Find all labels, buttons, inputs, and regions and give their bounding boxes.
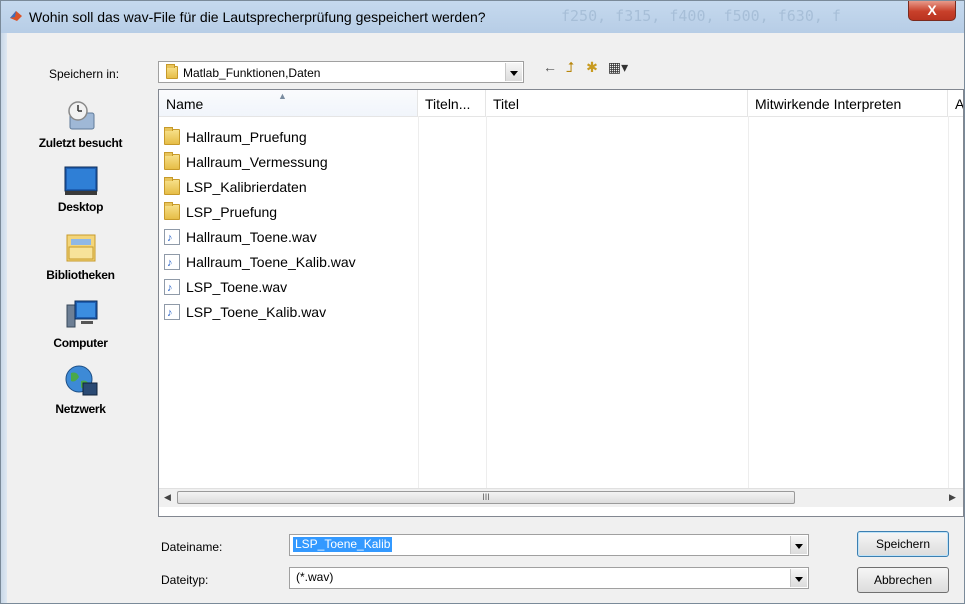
column-header-row: Name ▲ Titeln... Titel Mitwirkende Inter…	[159, 90, 963, 117]
chevron-down-icon[interactable]	[505, 63, 522, 81]
matlab-icon	[10, 11, 22, 21]
save-button[interactable]: Speichern	[857, 531, 949, 557]
list-item[interactable]: Hallraum_Toene_Kalib.wav	[164, 250, 356, 275]
up-folder-icon[interactable]: ⮥	[561, 58, 579, 76]
place-label: Netzwerk	[55, 402, 106, 416]
back-arrow-icon[interactable]: ←	[541, 58, 559, 76]
column-title-label: Titel	[493, 96, 519, 112]
save-dialog: f250, f315, f400, f500, f630, f Wohin so…	[0, 0, 965, 604]
column-track-label: Titeln...	[425, 96, 471, 112]
column-separator	[948, 116, 949, 488]
place-recent[interactable]: Zuletzt besucht	[10, 99, 151, 150]
place-computer[interactable]: Computer	[10, 299, 151, 350]
background-code-text: f250, f315, f400, f500, f630, f	[561, 7, 841, 25]
list-item[interactable]: LSP_Toene.wav	[164, 275, 288, 300]
place-libraries[interactable]: Bibliotheken	[10, 231, 151, 282]
filename-label: Dateiname:	[161, 540, 223, 554]
file-name: Hallraum_Toene_Kalib.wav	[186, 254, 356, 270]
chevron-down-icon[interactable]	[790, 569, 807, 587]
filename-value: LSP_Toene_Kalib	[293, 537, 393, 552]
desktop-icon	[64, 166, 97, 195]
place-label: Bibliotheken	[46, 268, 115, 282]
place-network[interactable]: Netzwerk	[10, 363, 151, 416]
title-bar: f250, f315, f400, f500, f630, f Wohin so…	[1, 1, 964, 33]
list-item[interactable]: LSP_Pruefung	[164, 200, 277, 224]
file-name: LSP_Toene.wav	[186, 279, 288, 295]
scroll-thumb[interactable]: III	[177, 491, 795, 504]
file-name: LSP_Kalibrierdaten	[186, 179, 307, 195]
file-name: LSP_Pruefung	[186, 204, 278, 220]
filetype-value: (*.wav)	[296, 570, 334, 584]
libraries-icon	[66, 234, 95, 262]
sort-up-icon: ▲	[278, 91, 287, 101]
new-folder-icon[interactable]: ✱	[583, 58, 601, 76]
column-separator	[486, 116, 487, 488]
wav-file-icon	[164, 301, 180, 325]
column-separator	[748, 116, 749, 488]
chevron-down-icon[interactable]	[790, 536, 807, 554]
folder-icon	[164, 177, 180, 195]
save-in-label: Speichern in:	[49, 67, 120, 81]
scroll-left-icon[interactable]: ◀	[164, 492, 171, 503]
wav-file-icon	[164, 276, 180, 300]
list-item[interactable]: LSP_Kalibrierdaten	[164, 175, 307, 199]
network-icon	[65, 365, 97, 396]
folder-icon	[164, 202, 180, 220]
filetype-label: Dateityp:	[161, 573, 209, 587]
column-artists[interactable]: Mitwirkende Interpreten	[748, 90, 948, 116]
filename-field[interactable]: LSP_Toene_Kalib	[289, 534, 809, 556]
column-album[interactable]: A	[948, 90, 964, 116]
folder-icon	[164, 127, 180, 145]
close-button[interactable]: X	[908, 1, 956, 21]
file-name: Hallraum_Toene.wav	[186, 229, 317, 245]
file-list[interactable]: Name ▲ Titeln... Titel Mitwirkende Inter…	[158, 89, 964, 517]
file-name: Hallraum_Vermessung	[186, 154, 328, 170]
list-item[interactable]: Hallraum_Vermessung	[164, 150, 328, 174]
folder-icon	[166, 64, 178, 79]
places-bar: Zuletzt besucht Desktop Bibliotheken Com…	[10, 91, 151, 516]
column-separator	[418, 116, 419, 488]
computer-icon	[66, 300, 97, 328]
scroll-right-icon[interactable]: ▶	[949, 492, 956, 503]
list-item[interactable]: LSP_Toene_Kalib.wav	[164, 300, 327, 325]
file-name: Hallraum_Pruefung	[186, 129, 307, 145]
column-title[interactable]: Titel	[486, 90, 748, 116]
list-item[interactable]: Hallraum_Toene.wav	[164, 225, 317, 250]
place-label: Desktop	[57, 200, 104, 214]
cancel-button[interactable]: Abbrechen	[857, 567, 949, 593]
list-item[interactable]: Hallraum_Pruefung	[164, 125, 307, 149]
column-album-label: A	[955, 96, 964, 112]
window-title: Wohin soll das wav-File für die Lautspre…	[29, 9, 486, 25]
place-label: Zuletzt besucht	[38, 136, 123, 150]
view-menu-icon[interactable]: ▦▾	[605, 58, 631, 76]
scroll-grip: III	[482, 492, 490, 502]
window-left-edge	[1, 33, 7, 603]
wav-file-icon	[164, 226, 180, 250]
save-in-value: Matlab_Funktionen,Daten	[183, 66, 321, 80]
wav-file-icon	[164, 251, 180, 275]
place-desktop[interactable]: Desktop	[10, 165, 151, 214]
column-track[interactable]: Titeln...	[418, 90, 486, 116]
folder-icon	[164, 152, 180, 170]
column-name[interactable]: Name ▲	[159, 90, 418, 116]
place-label: Computer	[53, 336, 108, 350]
file-name: LSP_Toene_Kalib.wav	[186, 304, 327, 320]
save-in-combo[interactable]: Matlab_Funktionen,Daten	[158, 61, 524, 83]
horizontal-scrollbar[interactable]: ◀ III ▶	[159, 488, 963, 507]
recent-places-icon	[67, 101, 94, 130]
filetype-select[interactable]: (*.wav)	[289, 567, 809, 589]
column-artists-label: Mitwirkende Interpreten	[755, 96, 902, 112]
column-name-label: Name	[166, 96, 204, 112]
